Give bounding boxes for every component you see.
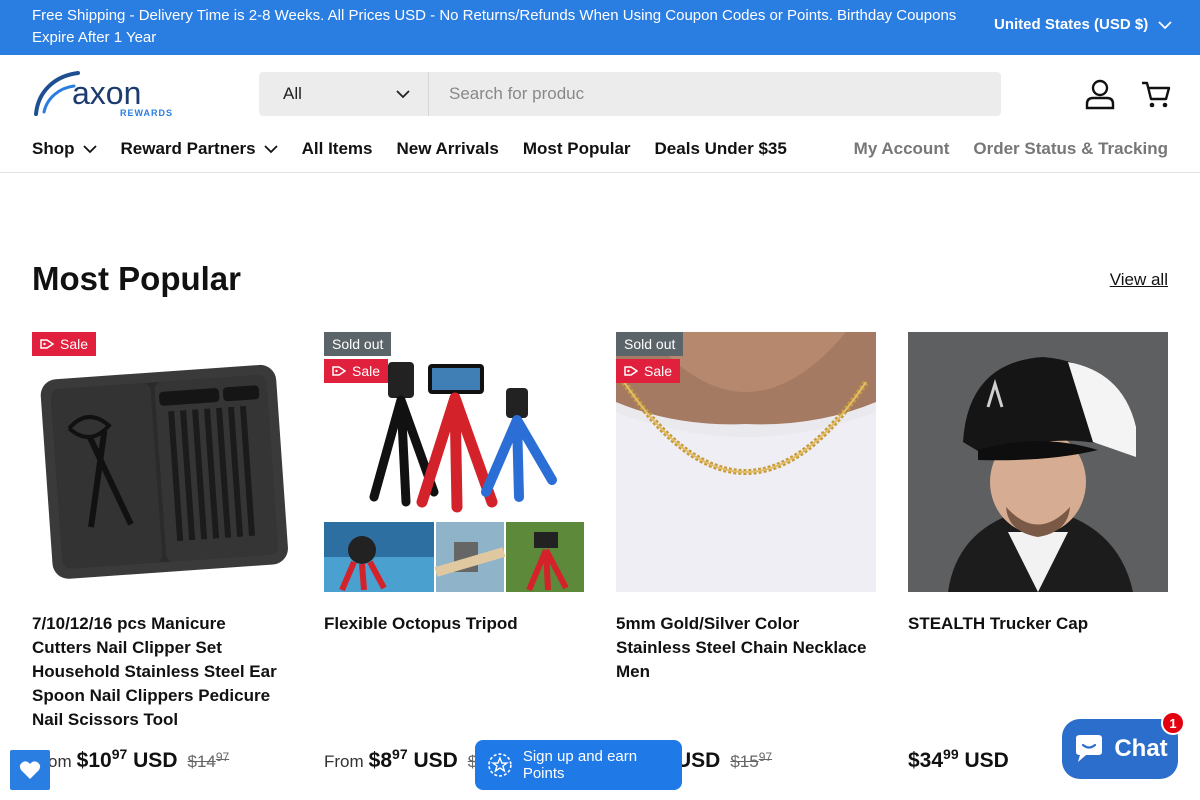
search-input[interactable] bbox=[429, 72, 1001, 116]
compare-cents: 97 bbox=[215, 750, 230, 764]
main-nav: Shop Reward Partners All Items New Arriv… bbox=[32, 139, 787, 159]
axon-logo[interactable]: axon REWARDS bbox=[32, 70, 184, 118]
sale-badge: Sale bbox=[32, 332, 97, 356]
search-bar: All bbox=[259, 72, 1001, 116]
currency-selector[interactable]: United States (USD $) bbox=[994, 16, 1172, 33]
price: $897 USD bbox=[369, 746, 458, 773]
nav-label: Deals Under $35 bbox=[654, 139, 787, 158]
nav-label: All Items bbox=[301, 139, 373, 158]
price-currency: USD bbox=[676, 749, 721, 772]
my-account-link[interactable]: My Account bbox=[854, 139, 950, 159]
wishlist-button[interactable] bbox=[10, 750, 50, 790]
account-icon[interactable] bbox=[1083, 77, 1117, 111]
price: $1097 USD bbox=[77, 746, 178, 773]
product-card[interactable]: Sold out Sale 5mm Gold/Silver Color Stai… bbox=[616, 332, 876, 772]
chat-notification-badge: 1 bbox=[1161, 711, 1185, 735]
tag-icon bbox=[332, 366, 346, 376]
price-main: $8 bbox=[368, 749, 393, 772]
price-row: $3499 USD bbox=[908, 746, 1009, 773]
chat-button[interactable]: Chat bbox=[1062, 719, 1178, 779]
chevron-down-icon bbox=[263, 144, 278, 153]
chevron-down-icon bbox=[396, 89, 410, 98]
price-row: USD $1597 bbox=[676, 746, 772, 773]
nav-label: Most Popular bbox=[522, 139, 631, 158]
product-image[interactable]: Sale bbox=[32, 332, 292, 592]
sold-out-badge: Sold out bbox=[616, 332, 684, 356]
tag-icon bbox=[40, 339, 54, 349]
nav-item-all-items[interactable]: All Items bbox=[302, 139, 373, 159]
price-currency: USD bbox=[413, 749, 458, 772]
secondary-nav: My Account Order Status & Tracking bbox=[854, 139, 1168, 159]
price: $3499 USD bbox=[908, 746, 1009, 773]
price-currency: USD bbox=[964, 749, 1009, 772]
price-from: From bbox=[324, 752, 364, 771]
price-currency: USD bbox=[133, 749, 178, 772]
nav-item-most-popular[interactable]: Most Popular bbox=[523, 139, 631, 159]
tag-icon bbox=[624, 366, 638, 376]
view-all-link[interactable]: View all bbox=[1110, 270, 1168, 290]
nav-item-deals-under-35[interactable]: Deals Under $35 bbox=[655, 139, 787, 159]
nav-label: Shop bbox=[32, 139, 75, 158]
product-card[interactable]: Sold out Sale Flexible Octopus Tripod Fr… bbox=[324, 332, 584, 772]
price-cents: 97 bbox=[392, 746, 408, 762]
product-title[interactable]: 5mm Gold/Silver Color Stainless Steel Ch… bbox=[616, 612, 871, 684]
logo-wordmark: axon bbox=[72, 75, 141, 111]
sold-out-badge: Sold out bbox=[324, 332, 392, 356]
sale-badge: Sale bbox=[616, 359, 681, 383]
search-category-label: All bbox=[283, 84, 302, 103]
order-status-link[interactable]: Order Status & Tracking bbox=[973, 139, 1168, 159]
badge-label: Sale bbox=[60, 336, 89, 352]
section-title: Most Popular bbox=[32, 260, 242, 297]
compare-cents: 97 bbox=[758, 750, 773, 764]
compare-main: $15 bbox=[730, 752, 759, 771]
product-title[interactable]: 7/10/12/16 pcs Manicure Cutters Nail Cli… bbox=[32, 612, 287, 732]
chevron-down-icon bbox=[1158, 20, 1172, 29]
badge-label: Sold out bbox=[332, 336, 384, 352]
compare-price: $1597 bbox=[730, 750, 772, 772]
badge-label: Sale bbox=[644, 363, 673, 379]
nav-item-new-arrivals[interactable]: New Arrivals bbox=[396, 139, 498, 159]
rewards-label: Sign up and earn Points bbox=[522, 748, 638, 782]
cart-icon[interactable] bbox=[1139, 77, 1173, 111]
product-image[interactable]: Sold out Sale bbox=[616, 332, 876, 592]
nav-item-shop[interactable]: Shop bbox=[32, 139, 97, 159]
product-card[interactable]: Sale 7/10/12/16 pcs Manicure Cutters Nai… bbox=[32, 332, 292, 772]
nav-item-reward-partners[interactable]: Reward Partners bbox=[121, 139, 278, 159]
product-title[interactable]: STEALTH Trucker Cap bbox=[908, 612, 1163, 636]
price-main: $10 bbox=[76, 749, 112, 772]
currency-label: United States (USD $) bbox=[994, 16, 1149, 33]
sale-badge: Sale bbox=[324, 359, 389, 383]
product-image[interactable] bbox=[908, 332, 1168, 592]
product-card[interactable]: STEALTH Trucker Cap $3499 USD bbox=[908, 332, 1168, 772]
nav-label: New Arrivals bbox=[396, 139, 499, 158]
badge-label: Sold out bbox=[624, 336, 676, 352]
chat-label: Chat bbox=[1114, 735, 1168, 762]
price-row: From $1097 USD $1497 bbox=[32, 746, 229, 773]
site-header: axon REWARDS All Shop Reward Partners Al… bbox=[0, 55, 1200, 173]
compare-price: $1497 bbox=[187, 750, 229, 772]
rewards-badge-icon bbox=[488, 753, 512, 777]
price-row: From $897 USD $ bbox=[324, 746, 477, 773]
price-cents: 99 bbox=[943, 746, 959, 762]
logo-subtext: REWARDS bbox=[120, 108, 173, 118]
nav-label: Reward Partners bbox=[120, 139, 256, 158]
price-cents: 97 bbox=[111, 746, 128, 762]
badge-label: Sale bbox=[352, 363, 381, 379]
product-title[interactable]: Flexible Octopus Tripod bbox=[324, 612, 579, 636]
chat-bubble-icon bbox=[1076, 735, 1103, 762]
price-main: $34 bbox=[908, 749, 944, 772]
announcement-text: Free Shipping - Delivery Time is 2-8 Wee… bbox=[32, 7, 957, 46]
rewards-signup-button[interactable]: Sign up and earn Points bbox=[475, 740, 682, 790]
chevron-down-icon bbox=[82, 144, 97, 153]
heart-icon bbox=[19, 761, 41, 779]
announcement-bar: Free Shipping - Delivery Time is 2-8 Wee… bbox=[0, 0, 1200, 55]
compare-main: $14 bbox=[187, 752, 216, 771]
search-category-select[interactable]: All bbox=[259, 72, 429, 116]
product-image[interactable]: Sold out Sale bbox=[324, 332, 584, 592]
price: USD bbox=[676, 746, 720, 773]
